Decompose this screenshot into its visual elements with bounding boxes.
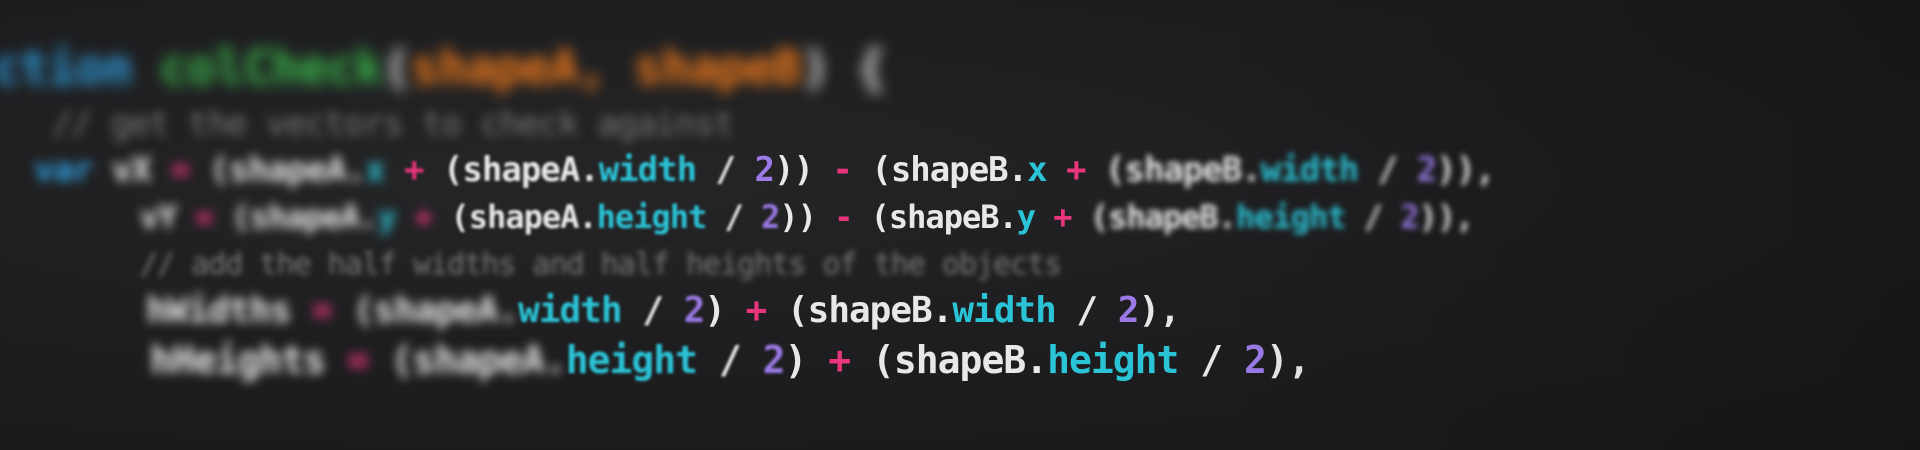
- code-token: 2: [1244, 338, 1267, 382]
- code-token: =: [194, 198, 214, 236]
- code-token: (: [382, 40, 412, 96]
- code-token: width: [1260, 150, 1359, 190]
- code-token: ),: [1138, 290, 1180, 331]
- code-token: +: [384, 150, 443, 190]
- code-token: ) {: [801, 40, 886, 96]
- code-token: vX: [92, 150, 171, 190]
- code-token: height: [565, 338, 698, 382]
- code-token: 2: [1416, 150, 1438, 190]
- code-token: hHeights: [150, 338, 347, 382]
- code-token: var: [34, 150, 93, 190]
- code-token: width: [598, 150, 697, 190]
- code-token: (shapeB.: [766, 290, 953, 331]
- code-token: (shapeA.: [442, 150, 600, 190]
- code-line-comment-half-widths: // add the half widths and half heights …: [140, 247, 1062, 282]
- code-token: x: [1027, 150, 1048, 190]
- code-line-vy: vY = (shapeA.y + (shapeA.height / 2)) - …: [140, 198, 1475, 236]
- code-line-var-vx: var vX = (shapeA.x + (shapeA.width / 2))…: [34, 150, 1495, 190]
- code-token: =: [170, 150, 191, 190]
- code-token: )): [779, 198, 835, 236]
- code-token: /: [1178, 338, 1244, 382]
- code-token: 2: [1117, 290, 1140, 331]
- code-token: +: [395, 198, 451, 236]
- code-token: 2: [761, 198, 780, 236]
- code-line-function-declaration: ction colCheck(shapeA, shapeB) {: [0, 40, 886, 96]
- code-token: +: [1046, 150, 1106, 190]
- code-token: (shapeA.: [332, 290, 519, 331]
- code-token: x: [365, 150, 386, 190]
- code-token: -: [832, 150, 853, 190]
- code-token: /: [621, 290, 684, 331]
- code-token: vY: [140, 198, 195, 236]
- code-token: (shapeA.: [189, 150, 366, 190]
- code-token: /: [1345, 198, 1401, 236]
- code-token: )),: [1436, 150, 1495, 190]
- code-token: ction: [0, 40, 132, 96]
- code-line-hheights: hHeights = (shapeA.height / 2) + (shapeB…: [150, 338, 1311, 382]
- code-token: -: [834, 198, 853, 236]
- code-token: )),: [1418, 198, 1475, 236]
- code-token: y: [377, 198, 396, 236]
- code-token: colCheck: [159, 40, 383, 96]
- code-line-comment-vectors: // get the vectors to check against: [52, 104, 734, 144]
- code-token: 2: [762, 338, 786, 382]
- code-token: +: [828, 338, 851, 382]
- code-token: hWidths: [146, 290, 312, 331]
- code-token: /: [696, 338, 763, 382]
- code-token: /: [1358, 150, 1417, 190]
- code-token: // add the half widths and half heights …: [140, 247, 1062, 282]
- code-token: (shapeB.: [850, 338, 1048, 382]
- code-token: ): [784, 338, 829, 382]
- code-token: 2: [1400, 198, 1419, 236]
- code-token: (shapeA.: [368, 338, 567, 382]
- code-token: 2: [754, 150, 775, 190]
- code-token: /: [1055, 290, 1118, 331]
- code-token: width: [952, 290, 1056, 331]
- code-token: (shapeB.: [851, 150, 1028, 190]
- code-token: width: [518, 290, 622, 331]
- photo-frame: ction colCheck(shapeA, shapeB) { // get …: [0, 0, 1920, 450]
- code-token: (shapeB.: [1089, 198, 1237, 236]
- code-token: height: [1047, 338, 1179, 382]
- code-token: // get the vectors to check against: [52, 104, 734, 144]
- code-token: )): [773, 150, 833, 190]
- code-token: y: [1016, 198, 1036, 236]
- code-token: =: [311, 290, 333, 331]
- code-token: /: [696, 150, 755, 190]
- code-editor-screen: ction colCheck(shapeA, shapeB) { // get …: [0, 0, 1920, 450]
- code-token: +: [745, 290, 768, 331]
- code-token: shapeB: [633, 40, 802, 96]
- code-token: height: [1235, 198, 1347, 236]
- code-token: (shapeB.: [1105, 150, 1262, 190]
- code-token: 2: [683, 290, 706, 331]
- code-token: ,: [577, 40, 634, 96]
- code-token: ): [704, 290, 746, 331]
- code-token: ),: [1265, 338, 1311, 382]
- code-token: (shapeA.: [213, 198, 378, 236]
- code-token: (shapeA.: [450, 198, 598, 236]
- code-token: shapeA: [410, 40, 579, 96]
- code-token: =: [346, 338, 370, 382]
- code-token: +: [1035, 198, 1090, 236]
- code-token: height: [596, 198, 708, 236]
- code-token: (shapeB.: [852, 198, 1018, 236]
- code-line-hwidths: hWidths = (shapeA.width / 2) + (shapeB.w…: [146, 290, 1181, 331]
- code-token: /: [706, 198, 762, 236]
